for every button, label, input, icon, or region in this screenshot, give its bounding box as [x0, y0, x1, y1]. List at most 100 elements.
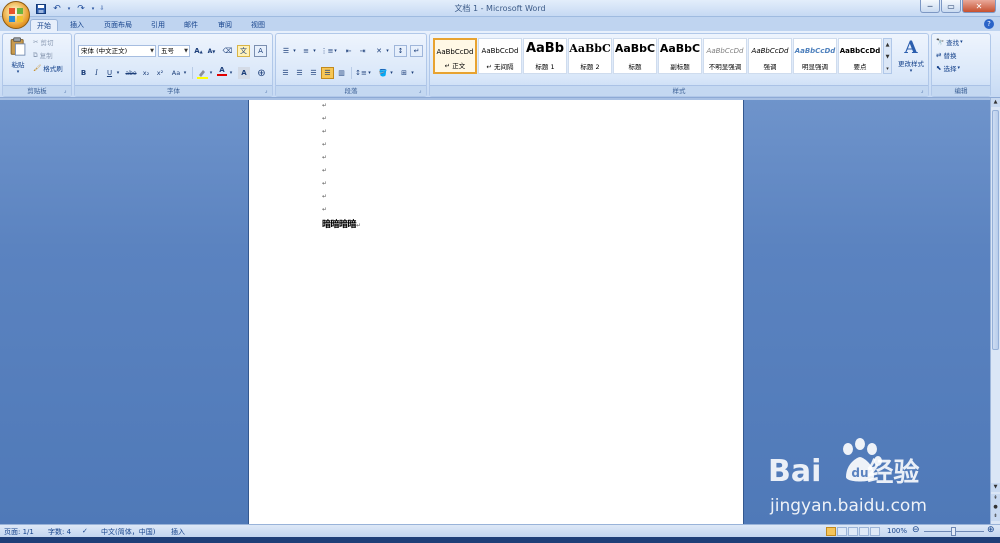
web-layout-icon[interactable] — [848, 527, 858, 536]
numbering-icon[interactable]: ≡ — [299, 45, 313, 57]
font-size-select[interactable]: 五号 ▼ — [158, 45, 190, 57]
chevron-down-icon[interactable]: ▾ — [385, 45, 390, 57]
outline-icon[interactable] — [859, 527, 869, 536]
scroll-down-icon[interactable]: ▼ — [991, 483, 1000, 492]
vertical-scrollbar[interactable]: ▲ ▼ ⇞ ● ⇟ — [990, 98, 1000, 524]
dialog-launcher-icon[interactable]: ⌟ — [918, 87, 926, 95]
italic-button[interactable]: I — [91, 67, 102, 79]
chevron-down-icon[interactable]: ▾ — [312, 45, 317, 57]
character-shading-icon[interactable]: A — [238, 67, 250, 79]
style-intense-emphasis[interactable]: AaBbCcDd 明显强调 — [793, 38, 837, 74]
distributed-icon[interactable]: ▥ — [335, 67, 348, 79]
align-left-icon[interactable]: ☰ — [279, 67, 292, 79]
previous-page-icon[interactable]: ⇞ — [991, 494, 1000, 503]
style-subtle-emphasis[interactable]: AaBbCcDd 不明显强调 — [703, 38, 747, 74]
replace-button[interactable]: ⇄ 替换 — [936, 50, 956, 60]
help-icon[interactable]: ? — [984, 19, 994, 29]
chevron-down-icon[interactable]: ▾ — [367, 67, 372, 79]
style-normal[interactable]: AaBbCcDd ↵ 正文 — [433, 38, 477, 74]
full-screen-reading-icon[interactable] — [837, 527, 847, 536]
tab-mailings[interactable]: 邮件 — [178, 19, 204, 31]
minimize-button[interactable]: ─ — [920, 0, 940, 13]
paste-button[interactable]: 粘贴 ▾ — [7, 37, 29, 75]
shrink-font-button[interactable]: A ▼ — [206, 45, 217, 57]
increase-indent-icon[interactable]: ⇥ — [356, 45, 369, 57]
show-marks-icon[interactable]: ↵ — [410, 45, 423, 57]
align-right-icon[interactable]: ☰ — [307, 67, 320, 79]
chevron-down-icon[interactable]: ▾ — [228, 67, 234, 79]
more-icon[interactable]: ▾ — [884, 63, 891, 75]
styles-gallery-scroll[interactable]: ▲ ▼ ▾ — [883, 38, 892, 74]
select-button[interactable]: ⬉ 选择 ▾ — [936, 63, 960, 73]
font-color-button[interactable]: A — [216, 65, 228, 77]
chevron-up-icon[interactable]: ▲ — [884, 39, 891, 51]
style-heading-1[interactable]: AaBb 标题 1 — [523, 38, 567, 74]
chevron-down-icon[interactable]: ▾ — [333, 45, 338, 57]
subscript-button[interactable]: x₂ — [140, 67, 152, 79]
print-layout-icon[interactable] — [826, 527, 836, 536]
style-heading-2[interactable]: AaBbC 标题 2 — [568, 38, 612, 74]
highlight-icon[interactable] — [196, 67, 208, 79]
decrease-indent-icon[interactable]: ⇤ — [342, 45, 355, 57]
underline-button[interactable]: U — [104, 67, 115, 79]
document-page[interactable] — [248, 100, 744, 524]
enclose-characters-icon[interactable]: ⊕ — [255, 67, 268, 79]
scroll-up-icon[interactable]: ▲ — [991, 98, 1000, 107]
copy-button[interactable]: ⧉ 复制 — [33, 50, 53, 61]
style-title[interactable]: AaBbC 标题 — [613, 38, 657, 74]
zoom-out-icon[interactable]: ⊖ — [912, 525, 920, 535]
bullets-icon[interactable]: ☰ — [279, 45, 293, 57]
shading-icon[interactable]: 🪣 — [376, 67, 390, 79]
change-case-button[interactable]: Aa — [169, 67, 183, 79]
dialog-launcher-icon[interactable]: ⌟ — [262, 87, 270, 95]
word-count[interactable]: 字数: 4 — [48, 527, 71, 537]
chevron-down-icon[interactable]: ▾ — [208, 67, 214, 79]
tab-page-layout[interactable]: 页面布局 — [98, 19, 138, 31]
sort-icon[interactable]: ↕ — [394, 45, 407, 57]
character-border-icon[interactable]: A — [254, 45, 267, 57]
zoom-level[interactable]: 100% — [887, 527, 907, 535]
cut-button[interactable]: ✂ 剪切 — [33, 37, 53, 47]
dialog-launcher-icon[interactable]: ⌟ — [416, 87, 424, 95]
align-center-icon[interactable]: ☰ — [293, 67, 306, 79]
phonetic-guide-icon[interactable]: 文 — [237, 45, 250, 57]
proofing-icon[interactable]: ✓ — [82, 527, 88, 535]
draft-icon[interactable] — [870, 527, 880, 536]
dialog-launcher-icon[interactable]: ⌟ — [61, 87, 69, 95]
page-count[interactable]: 页面: 1/1 — [4, 527, 34, 537]
select-browse-object-icon[interactable]: ● — [991, 503, 1000, 512]
chevron-down-icon[interactable]: ▾ — [115, 67, 121, 79]
zoom-slider-thumb[interactable] — [951, 527, 956, 536]
zoom-in-icon[interactable]: ⊕ — [987, 525, 995, 535]
chevron-down-icon[interactable]: ▾ — [410, 67, 415, 79]
insert-mode[interactable]: 插入 — [171, 527, 185, 537]
chevron-down-icon[interactable]: ▾ — [292, 45, 297, 57]
office-button[interactable] — [2, 1, 30, 29]
format-painter-button[interactable]: 🖌 格式刷 — [33, 63, 63, 73]
style-no-spacing[interactable]: AaBbCcDd ↵ 无间隔 — [478, 38, 522, 74]
font-family-select[interactable]: 宋体 (中文正文) ▼ — [78, 45, 156, 57]
tab-insert[interactable]: 插入 — [64, 19, 90, 31]
bold-button[interactable]: B — [78, 67, 89, 79]
chinese-layout-icon[interactable]: ✕ — [372, 45, 386, 57]
find-button[interactable]: 🔭 查找 ▾ — [936, 37, 963, 47]
chevron-down-icon[interactable]: ▾ — [389, 67, 394, 79]
language-indicator[interactable]: 中文(简体，中国) — [101, 527, 155, 537]
chevron-down-icon[interactable]: ▼ — [884, 51, 891, 63]
superscript-button[interactable]: x² — [154, 67, 166, 79]
style-strong[interactable]: AaBbCcDd 要点 — [838, 38, 882, 74]
tab-home[interactable]: 开始 — [30, 19, 58, 31]
close-button[interactable]: ✕ — [962, 0, 996, 13]
clear-formatting-icon[interactable]: ⌫ — [221, 45, 234, 57]
borders-icon[interactable]: ⊞ — [397, 67, 411, 79]
style-emphasis[interactable]: AaBbCcDd 强调 — [748, 38, 792, 74]
tab-view[interactable]: 视图 — [245, 19, 271, 31]
document-text[interactable]: 暗暗暗暗↵ — [322, 217, 361, 230]
change-styles-button[interactable]: A 更改样式 ▾ — [895, 38, 927, 74]
chevron-down-icon[interactable]: ▾ — [182, 67, 188, 79]
strikethrough-button[interactable]: abe — [124, 67, 138, 79]
maximize-button[interactable]: ▭ — [941, 0, 961, 13]
next-page-icon[interactable]: ⇟ — [991, 512, 1000, 521]
multilevel-list-icon[interactable]: ⋮≡ — [320, 45, 334, 57]
line-spacing-icon[interactable]: ↕≡ — [354, 67, 368, 79]
